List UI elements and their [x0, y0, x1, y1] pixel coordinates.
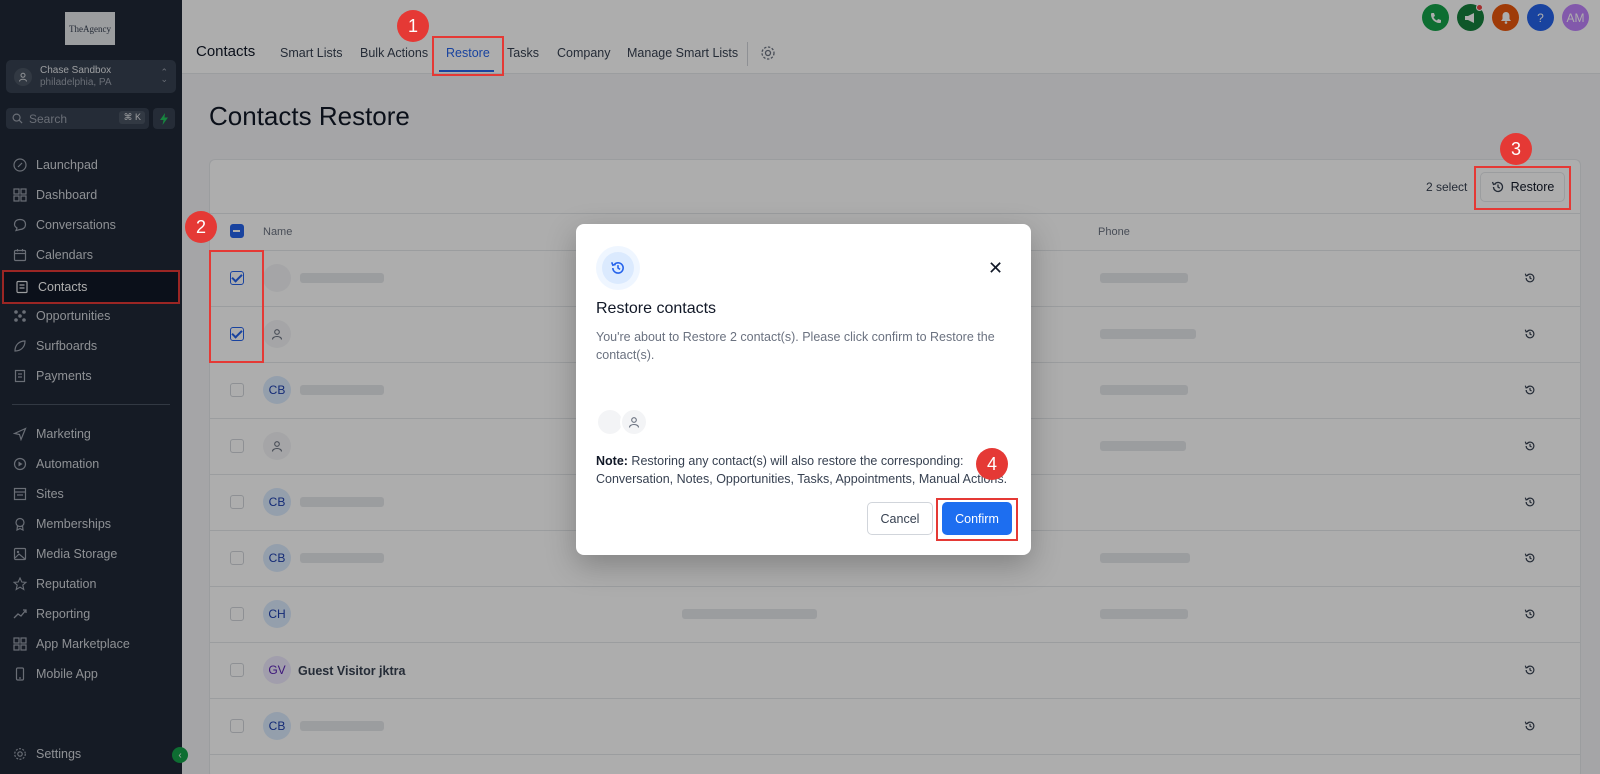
- restore-icon: [610, 261, 624, 274]
- avatar: [620, 408, 648, 436]
- close-icon[interactable]: ✕: [988, 258, 1003, 279]
- annotation-box-confirm-button: [936, 498, 1018, 541]
- annotation-badge: 3: [1500, 133, 1532, 165]
- modal-description: You're about to Restore 2 contact(s). Pl…: [596, 330, 995, 362]
- modal-title: Restore contacts: [596, 300, 717, 317]
- annotation-box-restore-tab: [432, 36, 504, 76]
- annotation-badge: 4: [976, 448, 1008, 480]
- annotation-box-restore-button: [1474, 166, 1571, 210]
- note-label: Note:: [596, 454, 628, 468]
- annotation-badge: 1: [397, 10, 429, 42]
- annotation-badge: 2: [185, 211, 217, 243]
- cancel-button[interactable]: Cancel: [867, 502, 933, 535]
- modal-note: Note: Restoring any contact(s) will also…: [596, 452, 1016, 488]
- annotation-box-checkboxes: [209, 250, 264, 363]
- modal-icon-wrapper: [596, 246, 640, 290]
- note-text: Restoring any contact(s) will also resto…: [596, 454, 1008, 486]
- person-icon: [628, 417, 640, 428]
